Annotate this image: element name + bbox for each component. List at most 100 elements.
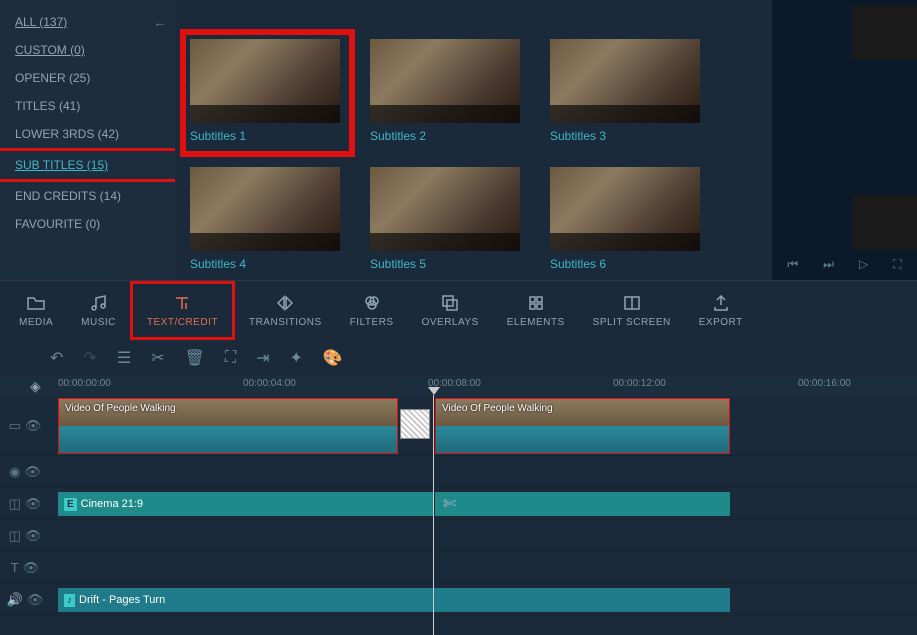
ruler-tick: 00:00:04:00 <box>243 378 296 389</box>
undo-icon[interactable]: ↶ <box>50 348 63 368</box>
prev-frame-icon[interactable]: ⏮ <box>787 257 798 272</box>
tab-elements[interactable]: ELEMENTS <box>493 281 579 340</box>
ruler-tick: 00:00:16:00 <box>798 378 851 389</box>
color-icon[interactable]: 🎨 <box>323 348 343 368</box>
cut-icon[interactable]: ✂ <box>151 348 164 368</box>
wand-icon[interactable]: ✦ <box>289 348 302 368</box>
track-icon[interactable]: ◫ <box>9 528 21 544</box>
thumbnail-subtitles-1[interactable]: Subtitles 1 <box>180 29 355 157</box>
playhead[interactable] <box>433 395 434 635</box>
effect-track-1: ◉ 👁 <box>0 456 917 488</box>
tab-overlays[interactable]: OVERLAYS <box>408 281 493 340</box>
empty-track: ◫ 👁 <box>0 520 917 552</box>
tab-filters[interactable]: FILTERS <box>336 281 408 340</box>
tab-label: FILTERS <box>350 317 394 328</box>
overlay-track-icon[interactable]: ◫ <box>9 496 21 512</box>
settings-icon[interactable]: ☰ <box>117 348 131 368</box>
text-track: T 👁 <box>0 552 917 584</box>
tab-media[interactable]: MEDIA <box>5 281 67 340</box>
next-frame-icon[interactable]: ⏭ <box>823 257 834 272</box>
sidebar-item-all[interactable]: ALL (137) <box>0 8 175 36</box>
clip-label: Video Of People Walking <box>65 403 176 414</box>
audio-track-icon[interactable]: 🔊 <box>7 592 23 608</box>
tab-label: SPLIT SCREEN <box>593 317 671 328</box>
video-clip-2[interactable]: Video Of People Walking <box>435 398 730 454</box>
thumbnail-label: Subtitles 2 <box>370 129 525 143</box>
thumbnail-image <box>550 39 700 123</box>
tab-label: MEDIA <box>19 317 53 328</box>
folder-icon <box>26 293 46 313</box>
preview-thumbnail <box>852 195 917 250</box>
overlays-icon <box>440 293 460 313</box>
import-icon[interactable]: ⇥ <box>256 348 269 368</box>
ruler-tick: 00:00:00:00 <box>58 378 111 389</box>
thumbnail-subtitles-5[interactable]: Subtitles 5 <box>370 167 525 271</box>
sidebar-item-titles[interactable]: TITLES (41) <box>0 92 175 120</box>
timeline-marker-icon[interactable]: ◈ <box>30 378 41 395</box>
sidebar-item-favourite[interactable]: FAVOURITE (0) <box>0 210 175 238</box>
filters-icon <box>362 293 382 313</box>
visibility-icon[interactable]: 👁 <box>25 496 42 512</box>
sidebar-item-opener[interactable]: OPENER (25) <box>0 64 175 92</box>
thumbnail-subtitles-2[interactable]: Subtitles 2 <box>370 39 525 147</box>
text-track-icon[interactable]: T <box>11 560 19 575</box>
music-icon <box>89 293 109 313</box>
tab-text-credit[interactable]: TEXT/CREDIT <box>130 281 235 340</box>
transitions-icon <box>275 293 295 313</box>
preview-thumbnail <box>852 5 917 60</box>
visibility-icon[interactable]: 👁 <box>23 560 40 576</box>
thumbnail-label: Subtitles 4 <box>190 257 345 271</box>
thumbnail-subtitles-3[interactable]: Subtitles 3 <box>550 39 705 147</box>
delete-icon[interactable]: 🗑 <box>185 348 205 368</box>
audio-clip-drift[interactable]: ♪ Drift - Pages Turn <box>58 588 730 612</box>
scissors-icon: ✄ <box>443 494 456 514</box>
visibility-icon[interactable]: 👁 <box>24 464 41 480</box>
video-clip-1[interactable]: Video Of People Walking <box>58 398 398 454</box>
redo-icon[interactable]: ↷ <box>83 348 96 368</box>
effect-track-icon[interactable]: ◉ <box>9 464 20 480</box>
crop-icon[interactable]: ⛶ <box>225 349 236 367</box>
tab-label: TEXT/CREDIT <box>147 317 218 328</box>
visibility-icon[interactable]: 👁 <box>25 528 42 544</box>
effect-track-2: ◫ 👁 E Cinema 21:9 ✄ <box>0 488 917 520</box>
tab-split-screen[interactable]: SPLIT SCREEN <box>579 281 685 340</box>
fullscreen-icon[interactable]: ⛶ <box>893 257 901 272</box>
tab-transitions[interactable]: TRANSITIONS <box>235 281 336 340</box>
sidebar-item-lower3rds[interactable]: LOWER 3RDS (42) <box>0 120 175 148</box>
ruler-tick: 00:00:12:00 <box>613 378 666 389</box>
clip-transition-handle[interactable] <box>400 409 430 439</box>
thumbnail-label: Subtitles 3 <box>550 129 705 143</box>
clip-label: Video Of People Walking <box>442 403 553 414</box>
timeline-ruler[interactable]: ◈ 00:00:00:00 00:00:04:00 00:00:08:00 00… <box>0 376 917 396</box>
audio-label: Drift - Pages Turn <box>79 594 165 606</box>
sidebar-item-custom[interactable]: CUSTOM (0) <box>0 36 175 64</box>
video-track: ▭ 👁 Video Of People Walking Video Of Peo… <box>0 396 917 456</box>
thumbnail-subtitles-6[interactable]: Subtitles 6 <box>550 167 705 271</box>
thumbnail-image <box>190 167 340 251</box>
export-icon <box>711 293 731 313</box>
split-clip[interactable]: ✄ <box>435 492 730 516</box>
tab-label: MUSIC <box>81 317 116 328</box>
thumbnail-label: Subtitles 1 <box>190 129 345 143</box>
preview-panel: ⏮ ⏭ ▷ ⛶ <box>772 0 917 280</box>
play-icon[interactable]: ▷ <box>859 257 868 272</box>
tab-label: EXPORT <box>699 317 743 328</box>
thumbnail-subtitles-4[interactable]: Subtitles 4 <box>190 167 345 271</box>
audio-track: 🔊 👁 ♪ Drift - Pages Turn <box>0 584 917 616</box>
tab-label: ELEMENTS <box>507 317 565 328</box>
back-arrow-icon[interactable]: ← <box>153 14 167 30</box>
thumbnail-image <box>190 39 340 123</box>
visibility-icon[interactable]: 👁 <box>27 592 44 608</box>
effect-clip-cinema[interactable]: E Cinema 21:9 <box>58 492 433 516</box>
video-track-icon[interactable]: ▭ <box>9 418 21 434</box>
visibility-icon[interactable]: 👁 <box>25 418 42 434</box>
thumbnail-label: Subtitles 5 <box>370 257 525 271</box>
sidebar-item-endcredits[interactable]: END CREDITS (14) <box>0 182 175 210</box>
timeline-toolbar: ↶ ↷ ☰ ✂ 🗑 ⛶ ⇥ ✦ 🎨 <box>0 340 917 376</box>
sidebar-item-subtitles[interactable]: SUB TITLES (15) <box>0 148 178 182</box>
tab-export[interactable]: EXPORT <box>685 281 757 340</box>
effect-label: Cinema 21:9 <box>81 498 143 510</box>
tab-music[interactable]: MUSIC <box>67 281 130 340</box>
thumbnail-label: Subtitles 6 <box>550 257 705 271</box>
audio-badge: ♪ <box>64 594 75 607</box>
